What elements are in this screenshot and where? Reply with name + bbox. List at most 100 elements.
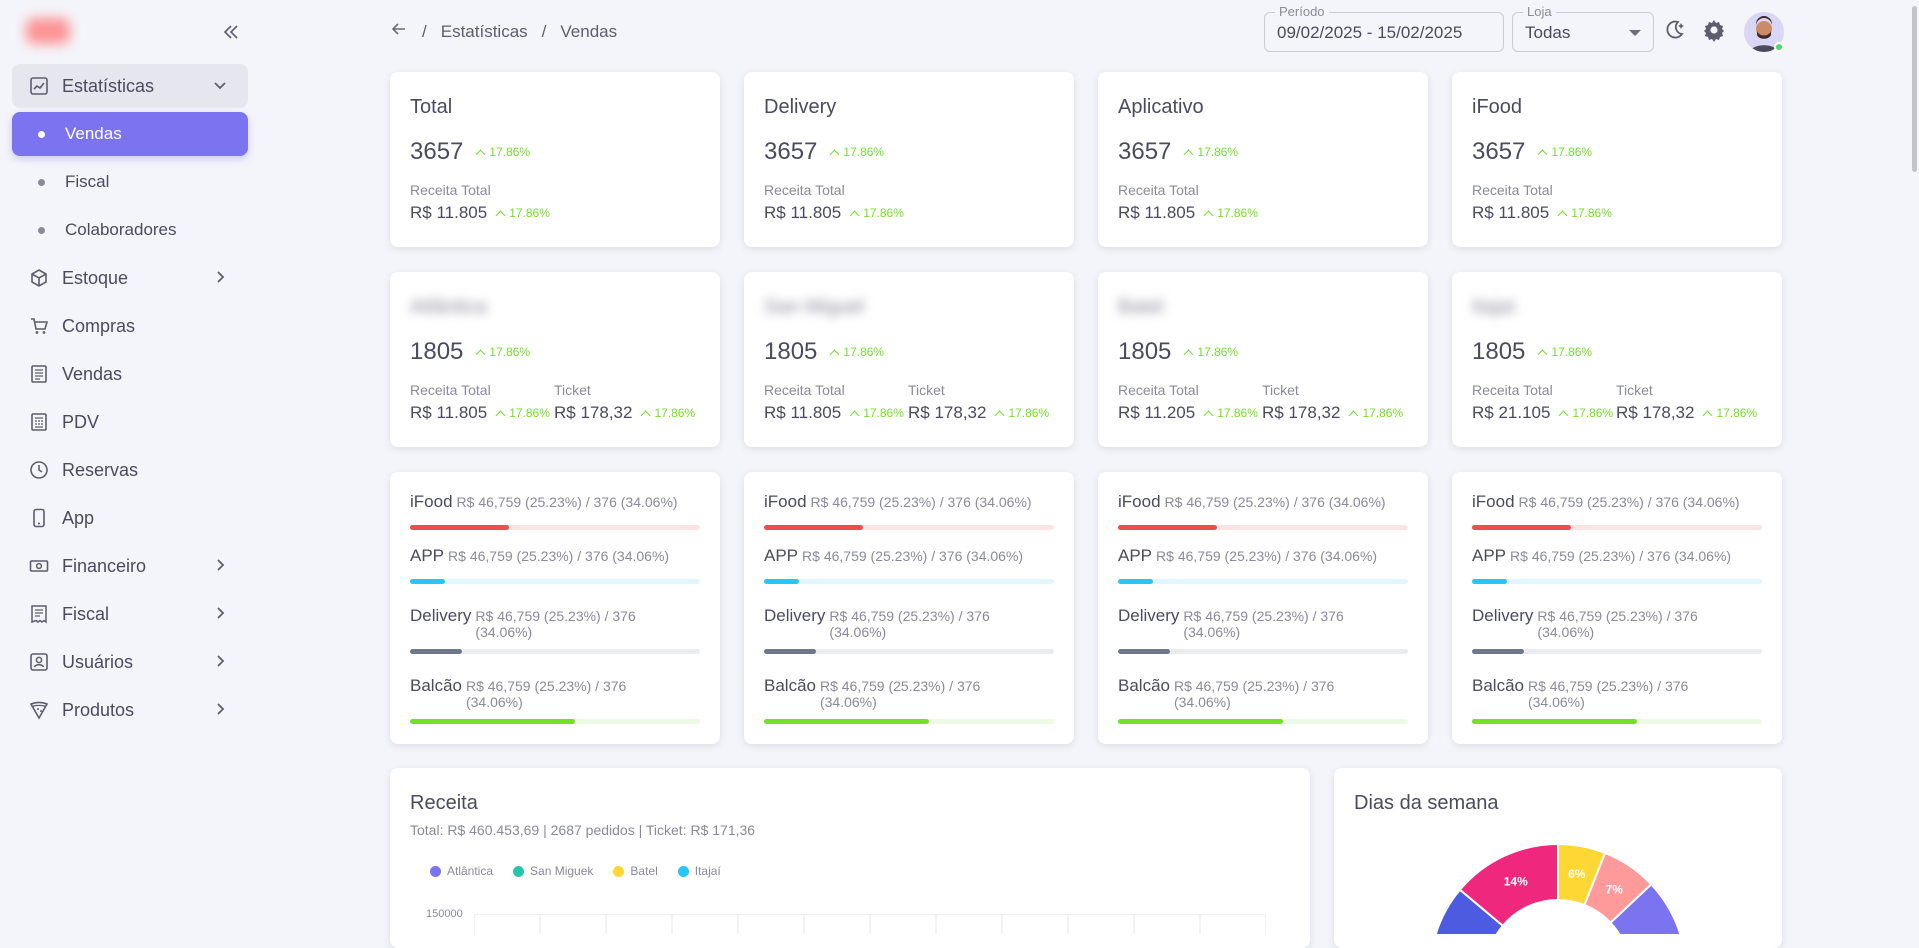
chevron-right-icon xyxy=(210,603,230,623)
channel-stats: R$ 46,759 (25.23%) / 376 (34.06%) xyxy=(456,494,678,510)
arrow-up-icon xyxy=(849,210,860,220)
trend-up-badge: 17.86% xyxy=(495,206,550,220)
sidebar-item-vendas[interactable]: Vendas xyxy=(12,352,248,396)
legend-swatch xyxy=(513,865,525,877)
trend-percent: 17.86% xyxy=(863,406,904,420)
scrollbar-thumb[interactable] xyxy=(1912,6,1917,172)
order-count: 3657 xyxy=(1118,138,1172,165)
channel-row-ifood: iFood R$ 46,759 (25.23%) / 376 (34.06%) xyxy=(410,492,700,512)
channel-stats: R$ 46,759 (25.23%) / 376 (34.06%) xyxy=(1183,608,1344,640)
online-status-badge xyxy=(1774,42,1784,52)
revenue-value: R$ 11.805 xyxy=(764,203,842,222)
order-count: 1805 xyxy=(764,338,818,365)
channel-row-delivery: Delivery R$ 46,759 (25.23%) / 376 (34.06%… xyxy=(764,606,1054,640)
chart-gridlines xyxy=(474,914,1266,934)
sidebar-item-reservas[interactable]: Reservas xyxy=(12,448,248,492)
channel-progress-fill xyxy=(764,525,863,530)
revenue-value: R$ 11.205 xyxy=(1118,403,1196,422)
channel-progress-bar xyxy=(1472,525,1762,530)
channel-progress-fill xyxy=(1472,579,1507,584)
channel-stats: R$ 46,759 (25.23%) / 376 (34.06%) xyxy=(819,678,981,710)
trend-percent: 17.86% xyxy=(654,406,696,420)
period-value: 09/02/2025 - 15/02/2025 xyxy=(1277,23,1463,42)
sidebar-item-label: Fiscal xyxy=(65,172,110,191)
pie-slice-label: 6% xyxy=(1568,867,1586,881)
sidebar-item-label: Usuários xyxy=(62,651,134,672)
sidebar-item-vendas-sub[interactable]: Vendas xyxy=(12,112,248,156)
pie-slice-label: 7% xyxy=(1606,882,1624,896)
channel-progress-bar xyxy=(410,719,700,724)
trend-percent: 17.86% xyxy=(1572,406,1614,420)
revenue-label: Receita Total xyxy=(764,182,845,198)
sidebar-item-fiscal-sub[interactable]: Fiscal xyxy=(12,160,248,204)
sidebar-item-compras[interactable]: Compras xyxy=(12,304,248,348)
card-title: Delivery xyxy=(764,96,837,118)
scrollbar-track[interactable] xyxy=(1910,0,1919,934)
arrow-up-icon xyxy=(1537,149,1548,159)
revenue-label: Receita Total xyxy=(1118,382,1199,398)
period-label: Período xyxy=(1275,4,1329,19)
collapse-sidebar-icon[interactable] xyxy=(222,20,240,48)
sidebar-item-produtos[interactable]: Produtos xyxy=(12,688,248,732)
trend-up-badge: 17.86% xyxy=(1183,145,1238,159)
channel-name: iFood xyxy=(1472,492,1515,511)
sidebar-item-pdv[interactable]: PDV xyxy=(12,400,248,444)
breadcrumb-item[interactable]: Estatísticas xyxy=(441,22,528,42)
bullet-icon xyxy=(38,130,45,138)
arrow-up-icon xyxy=(1557,210,1568,220)
gear-icon[interactable] xyxy=(1702,18,1728,44)
chevron-right-icon xyxy=(210,699,230,719)
sidebar: Estatísticas Vendas Fiscal Colaboradores Est… xyxy=(0,0,260,934)
legend-item[interactable]: Itajaí xyxy=(677,864,721,878)
channel-row-app: APP R$ 46,759 (25.23%) / 376 (34.06%) xyxy=(1118,546,1408,566)
sidebar-item-usuarios[interactable]: Usuários xyxy=(12,640,248,684)
back-arrow-icon[interactable] xyxy=(390,20,408,43)
revenue-value: R$ 11.805 xyxy=(410,403,488,422)
revenue-chart-card: Receita Total: R$ 460.453,69 | 2687 pedi… xyxy=(390,768,1310,948)
channel-progress-bar xyxy=(1472,719,1762,724)
channel-row-ifood: iFood R$ 46,759 (25.23%) / 376 (34.06%) xyxy=(1472,492,1762,512)
channel-stats: R$ 46,759 (25.23%) / 376 (34.06%) xyxy=(475,608,636,640)
channel-stats: R$ 46,759 (25.23%) / 376 (34.06%) xyxy=(1527,678,1689,710)
channel-progress-fill xyxy=(410,579,445,584)
sidebar-item-estatisticas[interactable]: Estatísticas xyxy=(12,64,248,108)
trend-percent: 17.86% xyxy=(489,145,531,159)
channel-progress-bar xyxy=(410,525,700,530)
trend-up-badge: 17.86% xyxy=(849,206,904,220)
sidebar-item-app[interactable]: App xyxy=(12,496,248,540)
sidebar-item-estoque[interactable]: Estoque xyxy=(12,256,248,300)
channel-stats: R$ 46,759 (25.23%) / 376 (34.06%) xyxy=(1510,548,1732,564)
channel-progress-bar xyxy=(764,525,1054,530)
channel-progress-fill xyxy=(1118,525,1217,530)
trend-percent: 17.86% xyxy=(863,206,904,220)
card-title: Total xyxy=(410,96,453,118)
store-select[interactable]: Loja Todas xyxy=(1512,4,1654,52)
channel-name: iFood xyxy=(410,492,453,511)
legend-item[interactable]: San Miguek xyxy=(513,864,593,878)
channel-row-ifood: iFood R$ 46,759 (25.23%) / 376 (34.06%) xyxy=(1118,492,1408,512)
period-field[interactable]: Período 09/02/2025 - 15/02/2025 xyxy=(1264,4,1504,52)
channel-name: Delivery xyxy=(410,606,472,625)
channel-progress-fill xyxy=(1118,719,1284,724)
ticket-value: R$ 178,32 xyxy=(1262,403,1341,422)
legend-item[interactable]: Batel xyxy=(613,864,658,878)
channel-stats: R$ 46,759 (25.23%) / 376 (34.06%) xyxy=(1537,608,1698,640)
trend-up-badge: 17.86% xyxy=(1183,345,1238,359)
channel-stats: R$ 46,759 (25.23%) / 376 (34.06%) xyxy=(1164,494,1386,510)
sidebar-item-financeiro[interactable]: Financeiro xyxy=(12,544,248,588)
chevron-down-icon xyxy=(1629,30,1641,36)
channel-progress-bar xyxy=(764,649,1054,654)
sidebar-item-colaboradores-sub[interactable]: Colaboradores xyxy=(12,208,248,252)
channel-row-delivery: Delivery R$ 46,759 (25.23%) / 376 (34.06%… xyxy=(410,606,700,640)
sidebar-item-fiscal[interactable]: Fiscal xyxy=(12,592,248,636)
arrow-up-icon xyxy=(1349,410,1359,420)
store-title: Batel xyxy=(1118,296,1164,318)
arrow-up-icon xyxy=(1703,410,1713,420)
trend-up-badge: 17.86% xyxy=(1537,145,1592,159)
store-card: Itajaí 1805 17.86% Receita Total R$ 21.105 17… xyxy=(1452,272,1782,447)
sidebar-item-label: Estoque xyxy=(62,267,129,288)
summary-card-delivery: Delivery 3657 17.86% Receita Total R$ 11.805… xyxy=(744,72,1074,247)
dark-mode-icon[interactable] xyxy=(1662,18,1688,44)
revenue-label: Receita Total xyxy=(1472,382,1553,398)
legend-item[interactable]: Atlântica xyxy=(430,864,493,878)
